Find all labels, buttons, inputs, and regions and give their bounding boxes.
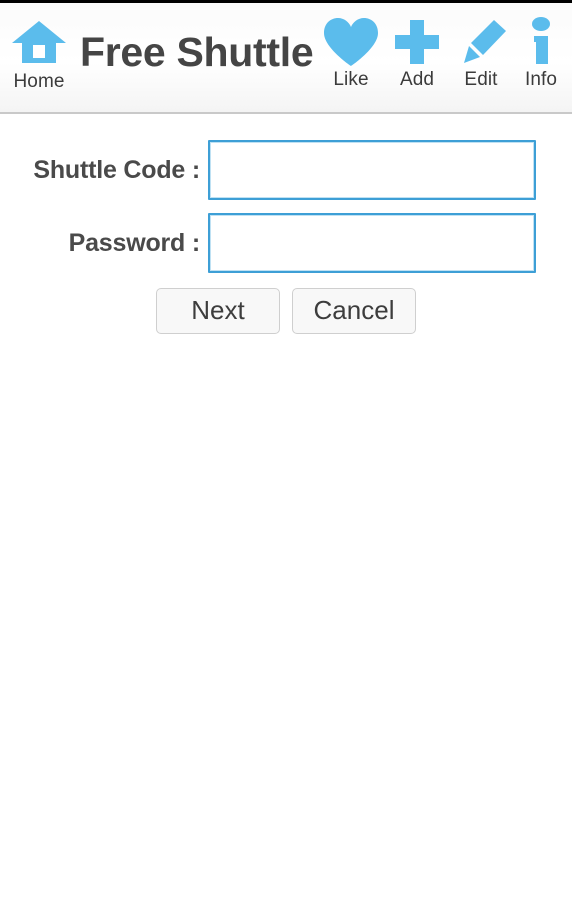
nav-item-info[interactable]: Info	[510, 15, 572, 90]
field-row-password: Password :	[0, 213, 572, 273]
nav-item-like[interactable]: Like	[320, 15, 382, 90]
cancel-button[interactable]: Cancel	[292, 288, 416, 334]
nav-label-info: Info	[524, 69, 558, 90]
next-button[interactable]: Next	[156, 288, 280, 334]
app-header: Home Free Shuttle Like Add Edit Info	[0, 3, 572, 114]
login-form: Shuttle Code : Password : Next Cancel	[0, 114, 572, 334]
nav-item-add[interactable]: Add	[386, 15, 448, 90]
password-input[interactable]	[208, 213, 536, 273]
nav-label-edit: Edit	[464, 69, 498, 90]
pencil-icon	[450, 15, 512, 70]
shuttle-code-input[interactable]	[208, 140, 536, 200]
plus-icon	[386, 15, 448, 70]
nav-label-home: Home	[13, 71, 65, 92]
nav-label-add: Add	[399, 69, 435, 90]
password-label: Password :	[68, 228, 201, 257]
home-icon	[8, 17, 70, 72]
nav-label-like: Like	[333, 69, 369, 90]
field-row-shuttle-code: Shuttle Code :	[0, 140, 572, 200]
info-icon	[510, 15, 572, 70]
shuttle-code-label: Shuttle Code :	[33, 155, 200, 184]
nav-item-home[interactable]: Home	[8, 17, 70, 92]
form-button-row: Next Cancel	[0, 288, 572, 334]
nav-item-edit[interactable]: Edit	[450, 15, 512, 90]
heart-icon	[320, 15, 382, 70]
page-title: Free Shuttle	[80, 29, 314, 75]
